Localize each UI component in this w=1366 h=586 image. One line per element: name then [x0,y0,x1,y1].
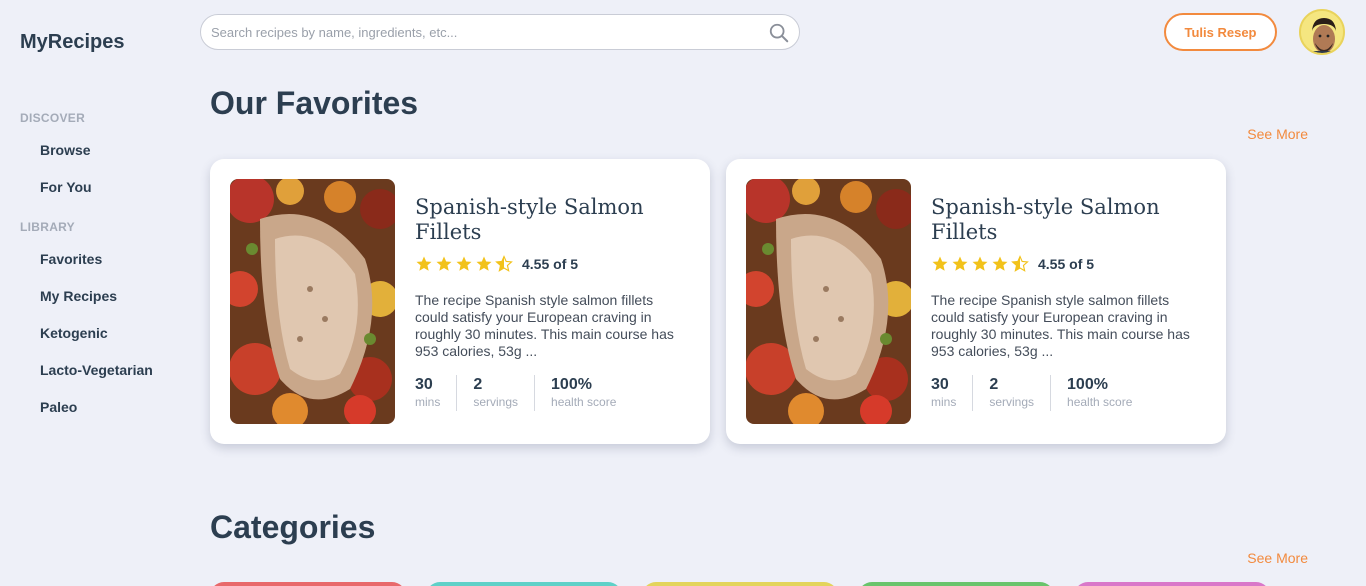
nav-item-ketogenic[interactable]: Ketogenic [40,325,108,341]
stat-value: 2 [989,376,999,393]
category-card[interactable] [210,582,406,586]
star-half-icon [495,255,513,272]
nav-section-library: LIBRARY [20,220,75,234]
star-full-icon [992,256,1008,271]
categories-see-more-link[interactable]: See More [1247,550,1308,566]
category-card[interactable] [858,582,1054,586]
stat-servings: 2 servings [989,375,1052,411]
stat-value: 2 [473,376,483,393]
stat-value: 30 [415,376,433,393]
star-full-icon [456,256,472,271]
star-full-icon [972,256,988,271]
star-rating [415,255,513,273]
star-rating [931,255,1029,273]
nav-section-discover: DISCOVER [20,111,86,125]
category-card[interactable] [642,582,838,586]
star-full-icon [476,256,492,271]
avatar-image [1301,11,1343,53]
star-full-icon [952,256,968,271]
favorites-title: Our Favorites [210,85,419,121]
recipe-stats: 30 mins 2 servings 100% health score [931,375,1164,411]
favorites-see-more-link[interactable]: See More [1247,126,1308,142]
recipe-rating: 4.55 of 5 [931,255,1094,273]
stat-unit: health score [551,395,617,409]
nav-item-lacto-vegetarian[interactable]: Lacto-Vegetarian [40,362,153,378]
stat-time: 30 mins [931,375,974,411]
nav-item-favorites[interactable]: Favorites [40,251,102,267]
stat-unit: servings [473,395,519,409]
category-card[interactable] [426,582,622,586]
stat-unit: mins [415,395,441,409]
nav-item-paleo[interactable]: Paleo [40,399,77,415]
stat-health-score: 100% health score [551,375,632,411]
nav-item-for-you[interactable]: For You [40,179,92,195]
recipe-title[interactable]: Spanish-style Salmon Fillets [415,195,685,245]
stat-value: 100% [1067,376,1108,393]
search-bar[interactable] [200,14,800,50]
star-full-icon [932,256,948,271]
recipe-description: The recipe Spanish style salmon fillets … [415,292,674,359]
stat-value: 100% [551,376,592,393]
recipe-title[interactable]: Spanish-style Salmon Fillets [931,195,1201,245]
search-input[interactable] [211,15,751,49]
nav-item-my-recipes[interactable]: My Recipes [40,288,117,304]
recipe-image[interactable] [746,179,911,424]
recipe-rating: 4.55 of 5 [415,255,578,273]
avatar[interactable] [1299,9,1345,55]
rating-text: 4.55 of 5 [522,256,579,272]
recipe-card[interactable]: Spanish-style Salmon Fillets 4.55 of 5 T… [210,159,710,444]
star-full-icon [436,256,452,271]
stat-health-score: 100% health score [1067,375,1148,411]
category-card[interactable] [1074,582,1270,586]
stat-unit: health score [1067,395,1133,409]
star-half-icon [1011,255,1029,272]
app-logo[interactable]: MyRecipes [20,31,125,54]
stat-servings: 2 servings [473,375,536,411]
recipe-image[interactable] [230,179,395,424]
recipe-stats: 30 mins 2 servings 100% health score [415,375,648,411]
recipe-description: The recipe Spanish style salmon fillets … [931,292,1190,359]
recipe-card[interactable]: Spanish-style Salmon Fillets 4.55 of 5 T… [726,159,1226,444]
nav-item-browse[interactable]: Browse [40,142,91,158]
star-full-icon [416,256,432,271]
rating-text: 4.55 of 5 [1038,256,1095,272]
stat-unit: servings [989,395,1035,409]
stat-time: 30 mins [415,375,458,411]
write-recipe-button[interactable]: Tulis Resep [1164,13,1277,51]
search-icon[interactable] [768,22,790,44]
stat-value: 30 [931,376,949,393]
stat-unit: mins [931,395,957,409]
categories-title: Categories [210,509,376,545]
